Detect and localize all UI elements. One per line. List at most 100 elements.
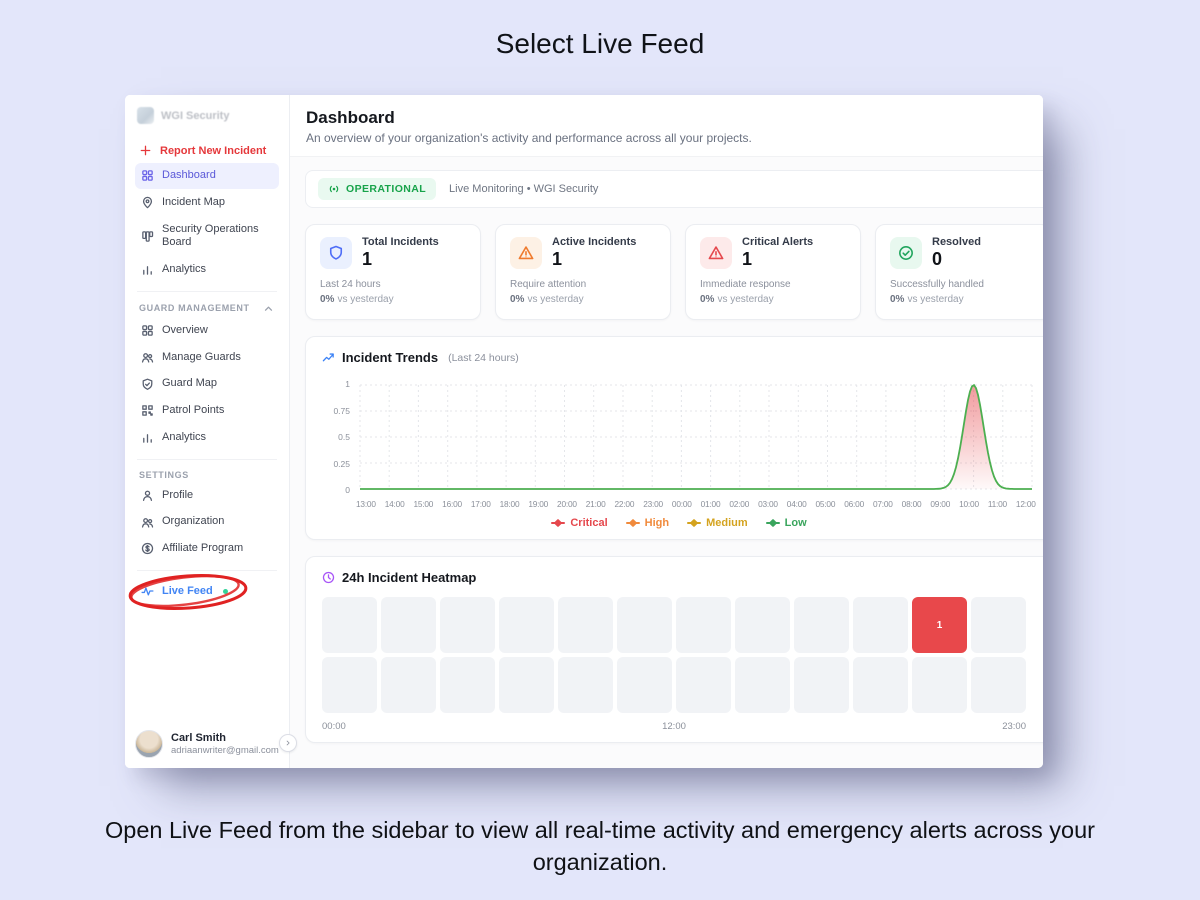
grid-icon — [141, 324, 154, 337]
heatmap-axis: 00:0012:0023:00 — [322, 721, 1026, 732]
heatmap-cell[interactable] — [617, 597, 672, 653]
panel-subtitle: (Last 24 hours) — [448, 352, 519, 364]
stat-card-value: 1 — [742, 249, 813, 270]
sidebar-item-affiliate-program[interactable]: Affiliate Program — [135, 536, 279, 562]
heatmap-cell[interactable] — [499, 657, 554, 713]
shield-box — [320, 237, 352, 269]
sidebar-item-label: Analytics — [162, 431, 206, 445]
tutorial-caption: Open Live Feed from the sidebar to view … — [38, 814, 1162, 879]
sidebar-item-analytics[interactable]: Analytics — [135, 425, 279, 451]
sidebar-nav-sections: GUARD MANAGEMENT Overview Manage Guards Gua… — [135, 291, 279, 562]
user-profile[interactable]: Carl Smith adriaanwriter@gmail.com — [135, 730, 279, 758]
heatmap-cell[interactable]: 1 — [912, 597, 967, 653]
heatmap-cell[interactable] — [322, 597, 377, 653]
sidebar-item-overview[interactable]: Overview — [135, 318, 279, 344]
sidebar-item-label: Dashboard — [162, 169, 216, 183]
live-feed-wrapper: Live Feed — [135, 579, 279, 605]
legend-item-low: Low — [766, 517, 807, 529]
chevron-right-icon — [284, 739, 292, 747]
heatmap-cell[interactable] — [971, 657, 1026, 713]
heatmap-cell[interactable] — [322, 657, 377, 713]
sidebar-item-label: Incident Map — [162, 196, 225, 210]
sidebar-item-incident-map[interactable]: Incident Map — [135, 190, 279, 216]
qr-icon — [141, 404, 154, 417]
x-axis-tick: 06:00 — [844, 499, 864, 509]
sidebar-nav-main: Dashboard Incident Map Security Operations… — [135, 163, 279, 283]
heatmap-cell[interactable] — [735, 657, 790, 713]
page-header: Dashboard An overview of your organizati… — [290, 95, 1043, 157]
heatmap-cell[interactable] — [676, 657, 731, 713]
heatmap-cell[interactable] — [735, 597, 790, 653]
heatmap-cell[interactable] — [853, 657, 908, 713]
chart-legend: Critical High Medium Low — [322, 517, 1036, 529]
x-axis-tick: 05:00 — [816, 499, 836, 509]
sidebar-item-label: Live Feed — [162, 585, 213, 599]
heatmap-cell[interactable] — [499, 597, 554, 653]
x-axis: 13:0014:0015:0016:0017:0018:0019:0020:00… — [356, 499, 1036, 509]
bar-chart-icon — [141, 263, 154, 276]
stat-card-text: Critical Alerts1 — [742, 236, 813, 270]
y-axis-tick: 0.5 — [338, 432, 350, 442]
dollar-icon — [141, 542, 154, 555]
x-axis-tick: 20:00 — [557, 499, 577, 509]
x-axis-tick: 01:00 — [701, 499, 721, 509]
heatmap-cell[interactable] — [440, 597, 495, 653]
sidebar-item-manage-guards[interactable]: Manage Guards — [135, 345, 279, 371]
users-icon — [141, 351, 154, 364]
heatmap-cell[interactable] — [853, 597, 908, 653]
heatmap-panel: 24h Incident Heatmap 1 00:0012:0023:00 — [305, 556, 1043, 743]
status-bar: OPERATIONAL Live Monitoring • WGI Securi… — [305, 170, 1043, 208]
x-axis-tick: 02:00 — [729, 499, 749, 509]
sidebar-item-patrol-points[interactable]: Patrol Points — [135, 398, 279, 424]
sidebar-item-label: Overview — [162, 324, 208, 338]
heatmap-cell[interactable] — [912, 657, 967, 713]
x-axis-tick: 08:00 — [902, 499, 922, 509]
sidebar-collapse-button[interactable] — [279, 734, 297, 752]
heatmap-cell[interactable] — [617, 657, 672, 713]
sidebar-item-dashboard[interactable]: Dashboard — [135, 163, 279, 189]
status-badge: OPERATIONAL — [318, 178, 436, 200]
sidebar: WGI Security Report New Incident Dashboa… — [125, 95, 290, 768]
legend-label: High — [645, 517, 669, 529]
pin-icon — [141, 196, 154, 209]
trend-chart-area: 10.750.50.250 — [322, 375, 1043, 497]
sidebar-item-guard-map[interactable]: Guard Map — [135, 371, 279, 397]
divider — [137, 291, 277, 292]
heatmap-cell[interactable] — [794, 657, 849, 713]
sidebar-item-organization[interactable]: Organization — [135, 509, 279, 535]
legend-label: Critical — [570, 517, 607, 529]
heatmap-cell[interactable] — [381, 597, 436, 653]
section-header-guard-management[interactable]: GUARD MANAGEMENT — [139, 302, 275, 315]
status-text: Live Monitoring • WGI Security — [449, 183, 598, 195]
activity-icon — [141, 585, 154, 598]
heatmap-cell[interactable] — [440, 657, 495, 713]
sidebar-item-profile[interactable]: Profile — [135, 483, 279, 509]
report-new-incident-button[interactable]: Report New Incident — [139, 144, 277, 157]
heatmap-cell[interactable] — [558, 657, 613, 713]
stat-card-title: Total Incidents — [362, 236, 439, 248]
grid-icon — [141, 169, 154, 182]
divider — [137, 570, 277, 571]
heatmap-cell[interactable] — [676, 597, 731, 653]
sidebar-item-analytics[interactable]: Analytics — [135, 257, 279, 283]
x-axis-tick: 22:00 — [614, 499, 634, 509]
stat-card-desc: Immediate response — [700, 279, 846, 290]
heatmap-cell[interactable] — [971, 597, 1026, 653]
stat-card-total-incidents: Total Incidents1Last 24 hours0%vs yester… — [305, 224, 481, 320]
logo-image — [137, 107, 154, 124]
stat-card-text: Active Incidents1 — [552, 236, 636, 270]
heatmap-cell[interactable] — [381, 657, 436, 713]
heatmap-cell[interactable] — [794, 597, 849, 653]
users-icon — [141, 516, 154, 529]
alert-triangle-box — [510, 237, 542, 269]
legend-item-medium: Medium — [687, 517, 748, 529]
sidebar-item-live-feed[interactable]: Live Feed — [135, 579, 279, 605]
heatmap-cell[interactable] — [558, 597, 613, 653]
sidebar-item-security-operations-board[interactable]: Security Operations Board — [135, 217, 279, 257]
sidebar-item-label: Guard Map — [162, 377, 217, 391]
stat-card-desc: Last 24 hours — [320, 279, 466, 290]
check-circle-icon — [898, 245, 914, 261]
kanban-icon — [141, 230, 154, 243]
x-axis-tick: 17:00 — [471, 499, 491, 509]
y-axis-tick: 0 — [345, 485, 350, 495]
